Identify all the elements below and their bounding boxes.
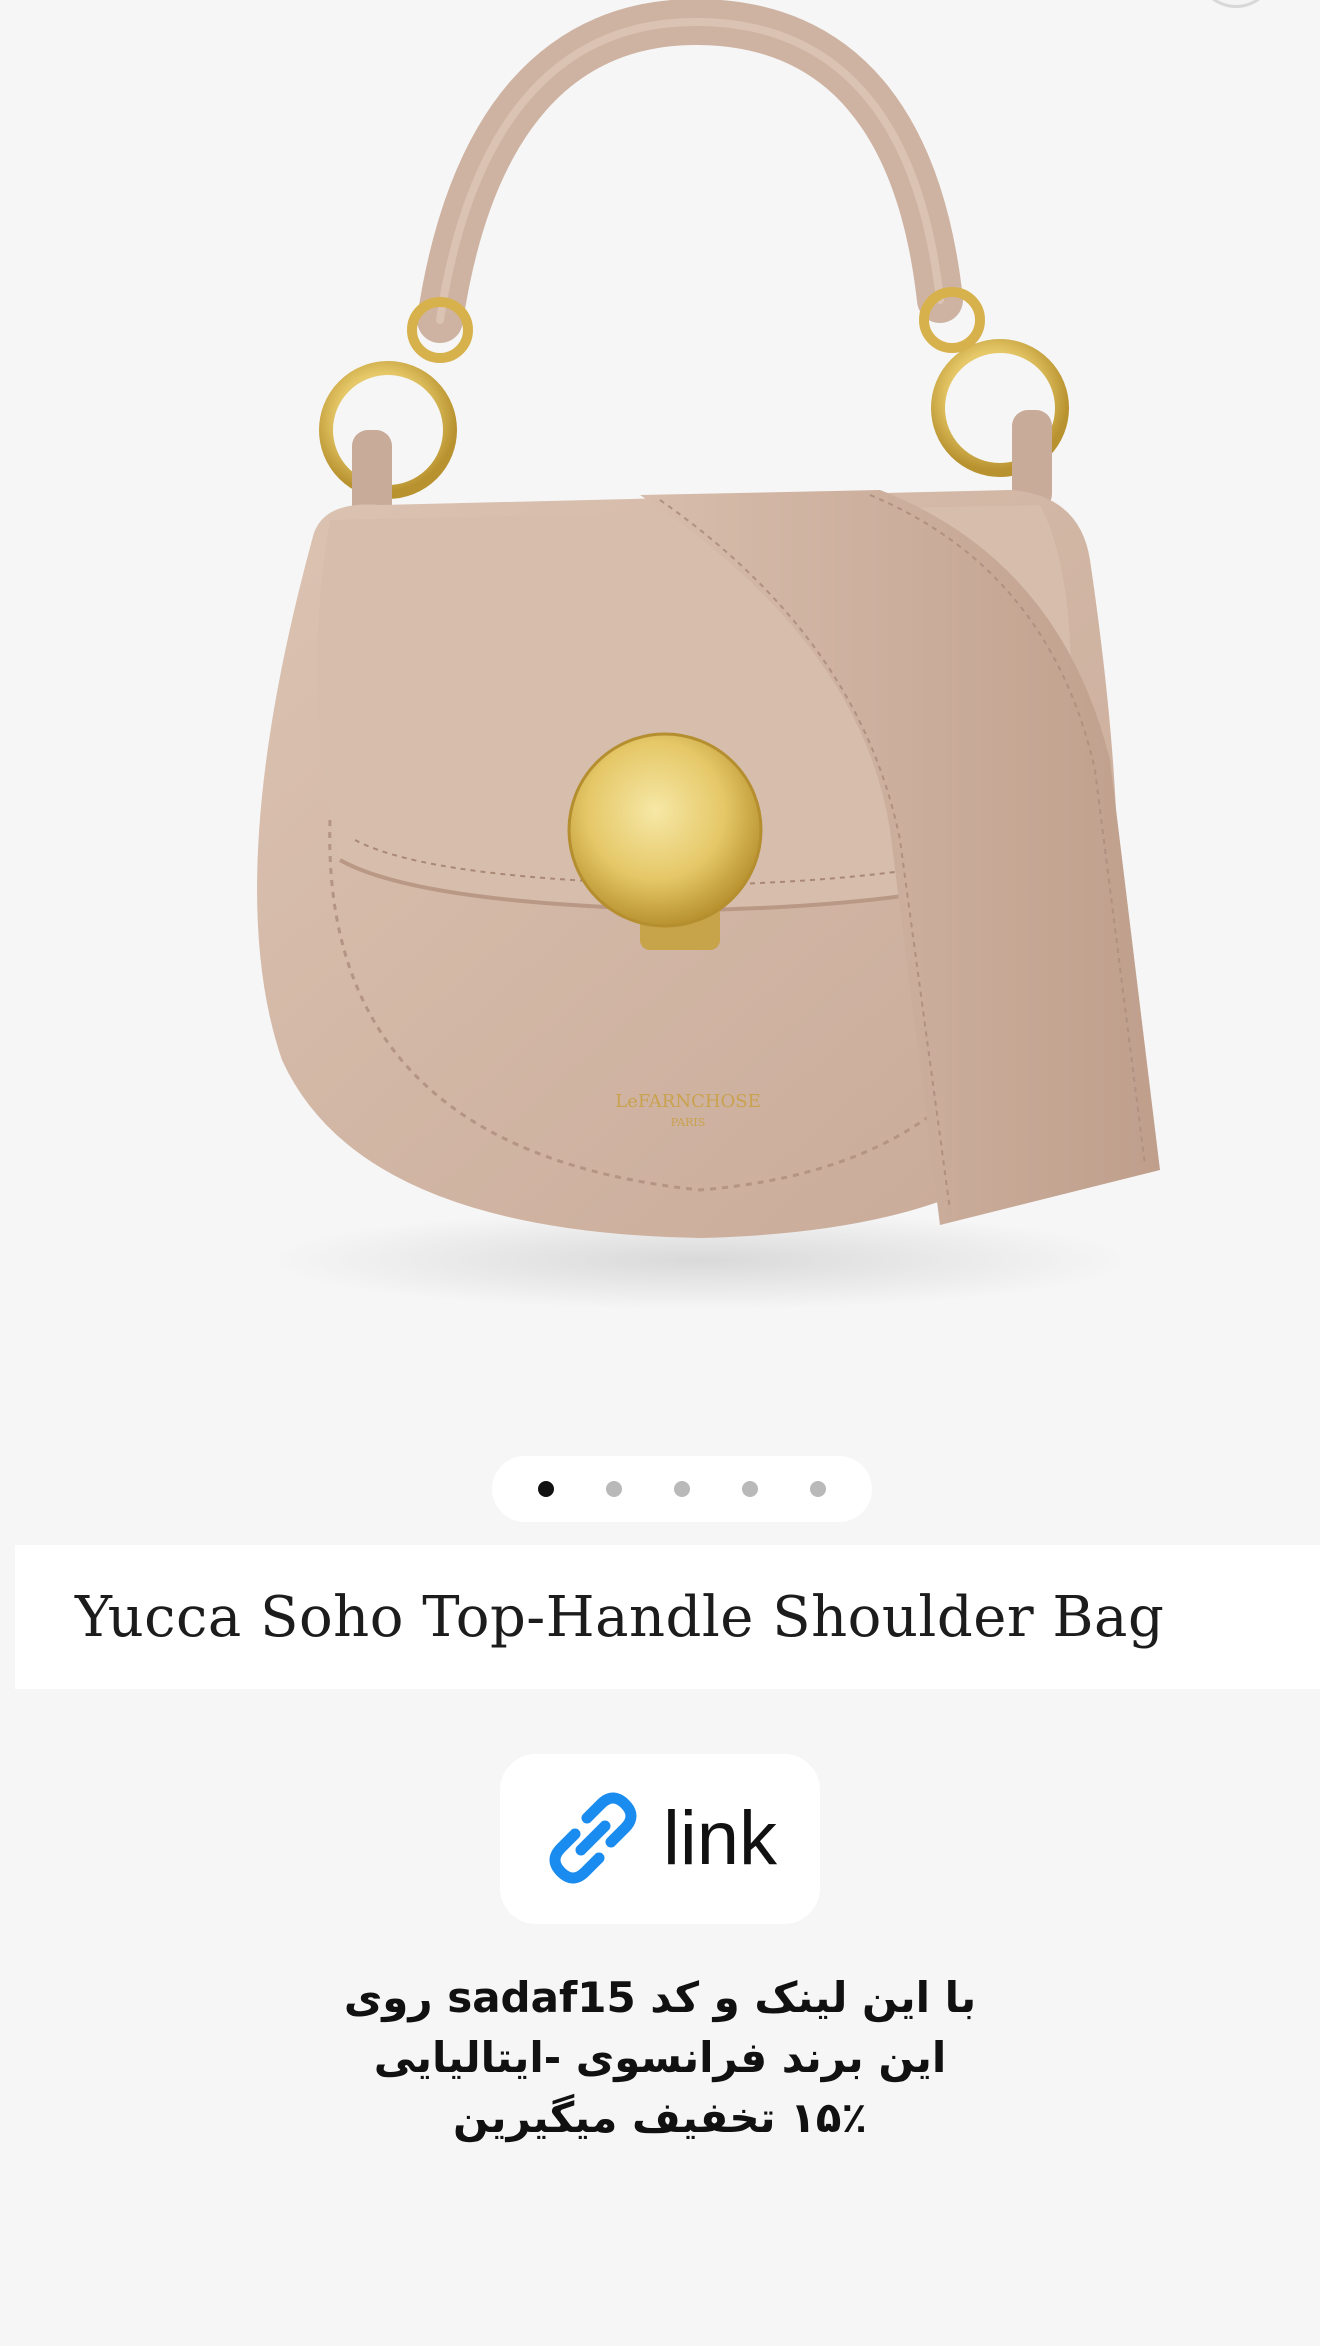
caption-line: این برند فرانسوی -ایتالیایی (373, 2033, 947, 2082)
caption-line: ۱۵٪ تخفیف میگیرین (453, 2093, 867, 2142)
pagination-dot[interactable] (742, 1481, 758, 1497)
title-band: Yucca Soho Top-Handle Shoulder Bag (15, 1545, 1320, 1689)
pagination-dot[interactable] (810, 1481, 826, 1497)
pagination-dot[interactable] (674, 1481, 690, 1497)
chain-link-icon (543, 1788, 643, 1891)
caption-line: با این لینک و کد sadaf15 روی (343, 1973, 977, 2022)
brand-stamp-text: LeFARNCHOSE (615, 1091, 761, 1112)
pagination-dot-active[interactable] (538, 1481, 554, 1497)
link-button[interactable]: link (500, 1754, 820, 1924)
handbag-photo: LeFARNCHOSE PARIS (257, 0, 1160, 1310)
promo-caption: با این لینک و کد sadaf15 روی این برند فر… (160, 1968, 1160, 2148)
image-pagination[interactable] (492, 1456, 872, 1522)
brand-city-text: PARIS (671, 1116, 706, 1129)
pagination-dot[interactable] (606, 1481, 622, 1497)
product-image[interactable]: LeFARNCHOSE PARIS (0, 0, 1320, 1420)
product-title: Yucca Soho Top-Handle Shoulder Bag (75, 1585, 1165, 1650)
link-button-label: link (662, 1796, 778, 1881)
